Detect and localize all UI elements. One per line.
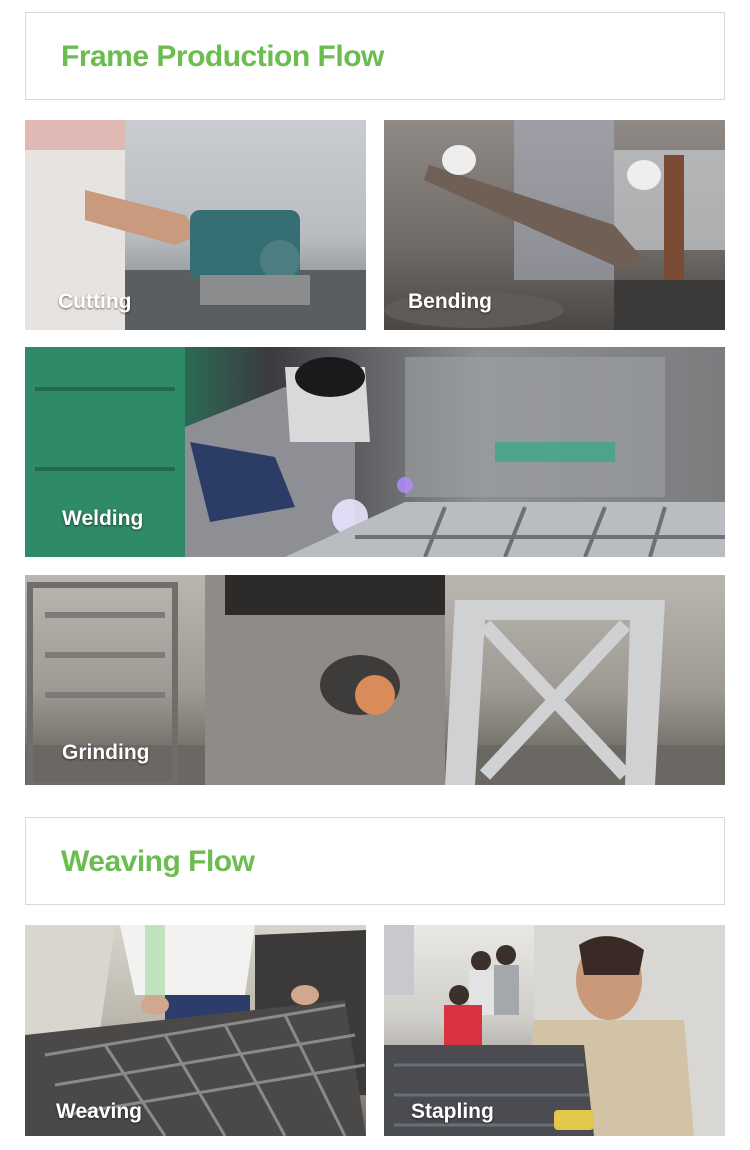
- weaving-flow-title: Weaving Flow: [61, 845, 255, 878]
- grinding-caption: Grinding: [62, 741, 150, 764]
- frame-production-title: Frame Production Flow: [61, 40, 384, 73]
- bending-photo: Bending: [384, 120, 725, 330]
- cutting-photo: Cutting: [25, 120, 366, 330]
- welding-caption: Welding: [62, 507, 144, 530]
- weaving-photo: Weaving: [25, 925, 366, 1136]
- bending-caption: Bending: [408, 290, 492, 313]
- stapling-caption: Stapling: [411, 1100, 494, 1123]
- welding-photo: Welding: [25, 347, 725, 557]
- weaving-caption: Weaving: [56, 1100, 142, 1123]
- stapling-photo: Stapling: [384, 925, 725, 1136]
- weaving-flow-header: Weaving Flow: [25, 817, 725, 905]
- grinding-photo: Grinding: [25, 575, 725, 785]
- frame-production-header: Frame Production Flow: [25, 12, 725, 100]
- cutting-caption: Cutting: [58, 290, 132, 313]
